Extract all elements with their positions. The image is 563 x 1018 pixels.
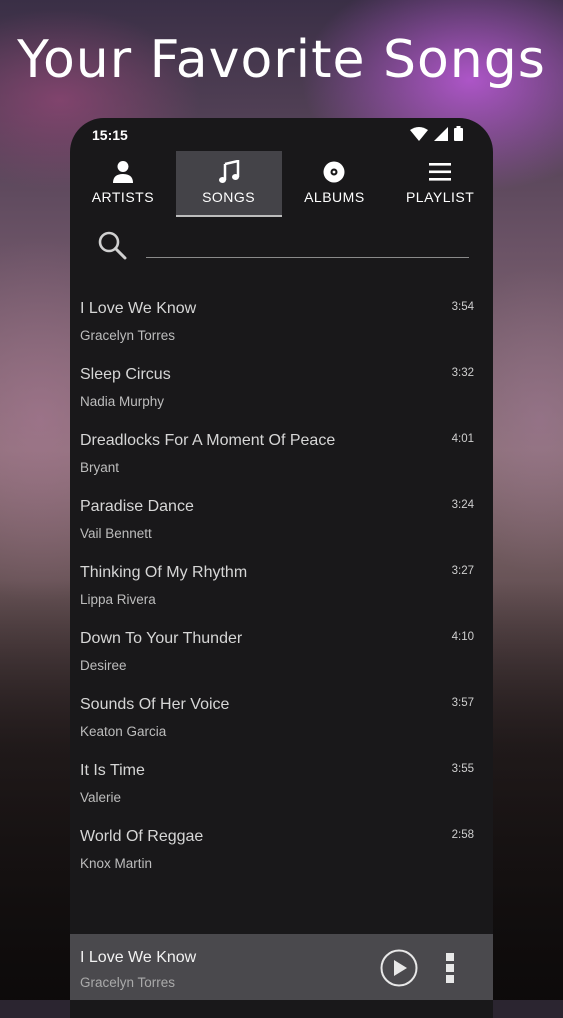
wifi-icon	[410, 126, 428, 141]
tab-bar: ARTISTS SONGS ALBUMS PLAYLIST	[70, 151, 493, 217]
search-icon[interactable]	[96, 229, 128, 266]
search-bar	[70, 225, 493, 265]
hero-title: Your Favorite Songs	[17, 30, 546, 90]
tab-albums[interactable]: ALBUMS	[282, 151, 388, 215]
song-title: Dreadlocks For A Moment Of Peace	[80, 432, 336, 449]
song-artist: Vail Bennett	[80, 526, 152, 541]
song-duration: 3:55	[451, 763, 474, 775]
list-item[interactable]: Dreadlocks For A Moment Of Peace Bryant …	[70, 416, 493, 482]
list-item[interactable]: Sleep Circus Nadia Murphy 3:32	[70, 350, 493, 416]
battery-icon	[454, 126, 463, 141]
tab-label: ALBUMS	[304, 189, 365, 205]
song-title: I Love We Know	[80, 300, 197, 317]
now-playing-bar[interactable]: I Love We Know Gracelyn Torres	[70, 934, 493, 1000]
list-item[interactable]: I Love We Know Gracelyn Torres 3:54	[70, 284, 493, 350]
music-note-icon	[218, 159, 240, 185]
song-duration: 3:27	[451, 565, 474, 577]
tab-playlist[interactable]: PLAYLIST	[387, 151, 493, 215]
song-artist: Nadia Murphy	[80, 394, 165, 409]
tab-label: PLAYLIST	[405, 189, 475, 205]
list-item[interactable]: Down To Your Thunder Desiree 4:10	[70, 614, 493, 680]
search-underline	[146, 257, 469, 258]
song-artist: Valerie	[80, 790, 122, 805]
list-item[interactable]: Paradise Dance Vail Bennett 3:24	[70, 482, 493, 548]
song-duration: 4:10	[451, 631, 474, 643]
list-item[interactable]: Sounds Of Her Voice Keaton Garcia 3:57	[70, 680, 493, 746]
more-options-button[interactable]	[444, 952, 456, 989]
list-item[interactable]: World Of Reggae Knox Martin 2:58	[70, 812, 493, 878]
playlist-icon	[428, 159, 452, 185]
song-title: It Is Time	[80, 762, 145, 779]
play-icon	[380, 949, 418, 987]
more-vert-icon	[446, 953, 454, 983]
song-duration: 4:01	[451, 433, 474, 445]
song-title: Thinking Of My Rhythm	[80, 564, 248, 581]
song-list: I Love We Know Gracelyn Torres 3:54 Slee…	[70, 284, 493, 878]
song-artist: Lippa Rivera	[80, 592, 156, 607]
song-artist: Bryant	[80, 460, 120, 475]
list-item[interactable]: It Is Time Valerie 3:55	[70, 746, 493, 812]
song-title: Sounds Of Her Voice	[80, 696, 230, 713]
now-playing-artist: Gracelyn Torres	[80, 975, 176, 990]
song-duration: 3:54	[451, 301, 474, 313]
song-artist: Knox Martin	[80, 856, 153, 871]
status-time: 15:15	[92, 127, 128, 143]
song-duration: 3:57	[451, 697, 474, 709]
play-button[interactable]	[380, 949, 418, 992]
tab-songs[interactable]: SONGS	[175, 151, 282, 217]
song-title: World Of Reggae	[80, 828, 204, 845]
song-duration: 3:32	[451, 367, 474, 379]
song-duration: 3:24	[451, 499, 474, 511]
list-item[interactable]: Thinking Of My Rhythm Lippa Rivera 3:27	[70, 548, 493, 614]
song-title: Down To Your Thunder	[80, 630, 243, 647]
search-input[interactable]	[146, 231, 469, 259]
song-artist: Gracelyn Torres	[80, 328, 176, 343]
song-duration: 2:58	[451, 829, 474, 841]
tab-label: ARTISTS	[91, 189, 155, 205]
song-artist: Keaton Garcia	[80, 724, 167, 739]
album-disc-icon	[322, 159, 346, 185]
cell-signal-icon	[434, 126, 448, 141]
song-title: Sleep Circus	[80, 366, 171, 383]
person-icon	[112, 159, 134, 185]
tab-artists[interactable]: ARTISTS	[70, 151, 176, 215]
status-bar: 15:15	[70, 118, 493, 150]
phone-frame: 15:15 ARTISTS SONGS ALBUMS PLAYLIST I Lo…	[70, 118, 493, 1018]
song-artist: Desiree	[80, 658, 127, 673]
tab-label: SONGS	[202, 189, 256, 205]
now-playing-title: I Love We Know	[80, 949, 197, 966]
status-icons	[410, 126, 463, 141]
song-title: Paradise Dance	[80, 498, 194, 515]
